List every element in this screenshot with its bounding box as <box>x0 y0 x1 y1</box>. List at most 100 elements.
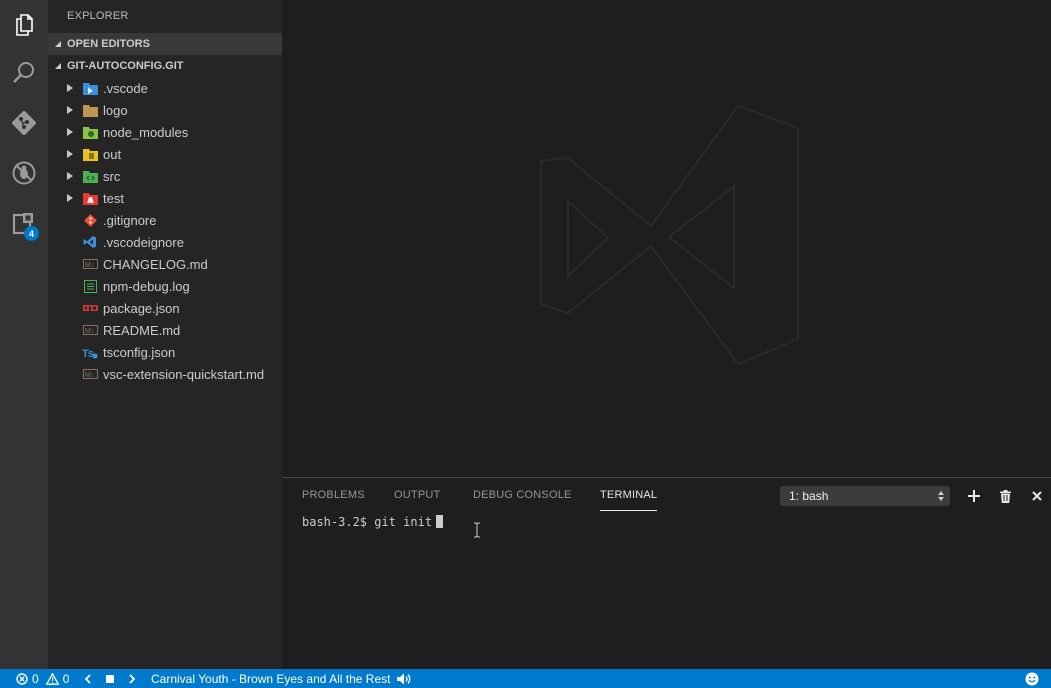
sidebar-title: EXPLORER <box>67 10 129 22</box>
debug-icon <box>12 161 36 185</box>
test-folder-icon <box>82 190 98 206</box>
trash-icon <box>999 489 1011 503</box>
next-track-button[interactable] <box>129 669 136 688</box>
tree-item-label: vsc-extension-quickstart.md <box>103 366 265 382</box>
volume-icon <box>397 673 411 684</box>
tree-item-quickstart[interactable]: M↓ vsc-extension-quickstart.md <box>48 363 282 385</box>
search-icon <box>13 62 34 83</box>
tree-item-label: .vscodeignore <box>103 234 184 250</box>
tree-item-label: src <box>103 168 121 184</box>
tree-item-label: npm-debug.log <box>103 278 190 294</box>
svg-text:M↓: M↓ <box>85 372 94 379</box>
kill-terminal-button[interactable] <box>995 486 1015 506</box>
terminal-prompt: bash-3.2$ git init <box>302 515 433 529</box>
out-folder-icon <box>82 146 98 162</box>
node-folder-icon <box>82 124 98 140</box>
chevron-right-icon <box>67 150 73 158</box>
tree-item-out[interactable]: out <box>48 143 282 165</box>
src-folder-icon <box>82 168 98 184</box>
chevron-right-icon <box>67 194 73 202</box>
extensions-badge: 4 <box>24 226 39 241</box>
tree-item-changelog[interactable]: M↓ CHANGELOG.md <box>48 253 282 275</box>
svg-text:M↓: M↓ <box>85 328 94 335</box>
typescript-icon: Ts <box>82 344 98 360</box>
activity-search[interactable] <box>0 48 48 98</box>
project-header[interactable]: GIT-AUTOCONFIG.GIT <box>48 55 282 77</box>
tree-item-npm-debug[interactable]: npm-debug.log <box>48 275 282 297</box>
now-playing-track: Carnival Youth - Brown Eyes and All the … <box>151 671 391 686</box>
smiley-icon <box>1025 672 1039 685</box>
collapse-icon <box>48 40 67 48</box>
stop-button[interactable] <box>106 669 114 688</box>
vscode-watermark-icon <box>540 106 799 366</box>
terminal-selector[interactable]: 1: bash <box>780 486 950 506</box>
warning-count: 0 <box>62 671 70 686</box>
chevron-right-icon <box>67 106 73 114</box>
markdown-icon: M↓ <box>82 256 98 272</box>
open-editors-header[interactable]: OPEN EDITORS <box>48 33 282 55</box>
tree-item-tsconfig[interactable]: Ts tsconfig.json <box>48 341 282 363</box>
feedback-button[interactable] <box>1025 669 1039 688</box>
plus-icon <box>968 490 980 502</box>
activity-source-control[interactable] <box>0 98 48 148</box>
activity-extensions[interactable]: 4 <box>0 198 48 248</box>
folder-icon <box>82 102 98 118</box>
terminal-selector-value: 1: bash <box>789 489 829 503</box>
close-icon <box>1032 491 1042 501</box>
chevron-left-icon <box>84 673 91 684</box>
tree-item-label: .vscode <box>103 80 148 96</box>
tree-item-label: node_modules <box>103 124 189 140</box>
tree-item-node-modules[interactable]: node_modules <box>48 121 282 143</box>
chevron-right-icon <box>129 673 136 684</box>
git-file-icon <box>82 212 98 228</box>
problems-indicator[interactable]: 0 0 <box>16 669 69 688</box>
tree-item-package-json[interactable]: package.json <box>48 297 282 319</box>
markdown-icon: M↓ <box>82 322 98 338</box>
tree-item-vscodeignore[interactable]: .vscodeignore <box>48 231 282 253</box>
select-arrows-icon <box>938 491 944 501</box>
chevron-right-icon <box>67 128 73 136</box>
tree-item-logo[interactable]: logo <box>48 99 282 121</box>
tree-item-label: logo <box>103 102 128 118</box>
chevron-right-icon <box>67 172 73 180</box>
text-cursor-icon <box>474 522 480 538</box>
tab-debug-console[interactable]: DEBUG CONSOLE <box>473 489 572 511</box>
activity-explorer[interactable] <box>0 0 48 50</box>
tree-item-vscode[interactable]: .vscode <box>48 77 282 99</box>
tree-item-src[interactable]: src <box>48 165 282 187</box>
tree-item-label: .gitignore <box>103 212 157 228</box>
tree-item-label: README.md <box>103 322 181 338</box>
status-bar: 0 0 Carnival Youth - Brown Eyes and All … <box>0 669 1051 688</box>
tree-item-label: tsconfig.json <box>103 344 176 360</box>
svg-text:Ts: Ts <box>82 348 94 359</box>
project-label: GIT-AUTOCONFIG.GIT <box>67 60 184 72</box>
terminal-cursor <box>436 515 444 528</box>
tree-item-gitignore[interactable]: .gitignore <box>48 209 282 231</box>
tab-output[interactable]: OUTPUT <box>394 489 440 511</box>
vscode-window: 4 EXPLORER OPEN EDITORS GIT-AUTOCONFIG.G… <box>0 0 1051 688</box>
vscode-folder-icon <box>82 80 98 96</box>
tree-item-test[interactable]: test <box>48 187 282 209</box>
tree-item-label: out <box>103 146 122 162</box>
tab-terminal[interactable]: TERMINAL <box>600 489 658 511</box>
tree-item-readme[interactable]: M↓ README.md <box>48 319 282 341</box>
tab-problems[interactable]: PROBLEMS <box>302 489 365 511</box>
error-icon <box>16 672 28 685</box>
activity-bar: 4 <box>0 0 48 669</box>
activity-debug[interactable] <box>0 148 48 198</box>
git-icon <box>12 111 36 135</box>
terminal-output[interactable]: bash-3.2$ git init <box>302 515 444 529</box>
editor-area[interactable] <box>282 0 1051 477</box>
vscode-file-icon <box>82 234 98 250</box>
npm-icon <box>82 300 98 316</box>
bottom-panel: PROBLEMS OUTPUT DEBUG CONSOLE TERMINAL 1… <box>282 477 1051 669</box>
log-icon <box>82 278 98 294</box>
tree-item-label: package.json <box>103 300 180 316</box>
previous-track-button[interactable] <box>84 669 91 688</box>
close-panel-button[interactable] <box>1027 486 1047 506</box>
markdown-icon: M↓ <box>82 366 98 382</box>
new-terminal-button[interactable] <box>964 486 984 506</box>
tree-item-label: test <box>103 190 124 206</box>
stop-icon <box>106 674 114 683</box>
now-playing[interactable]: Carnival Youth - Brown Eyes and All the … <box>151 669 412 688</box>
